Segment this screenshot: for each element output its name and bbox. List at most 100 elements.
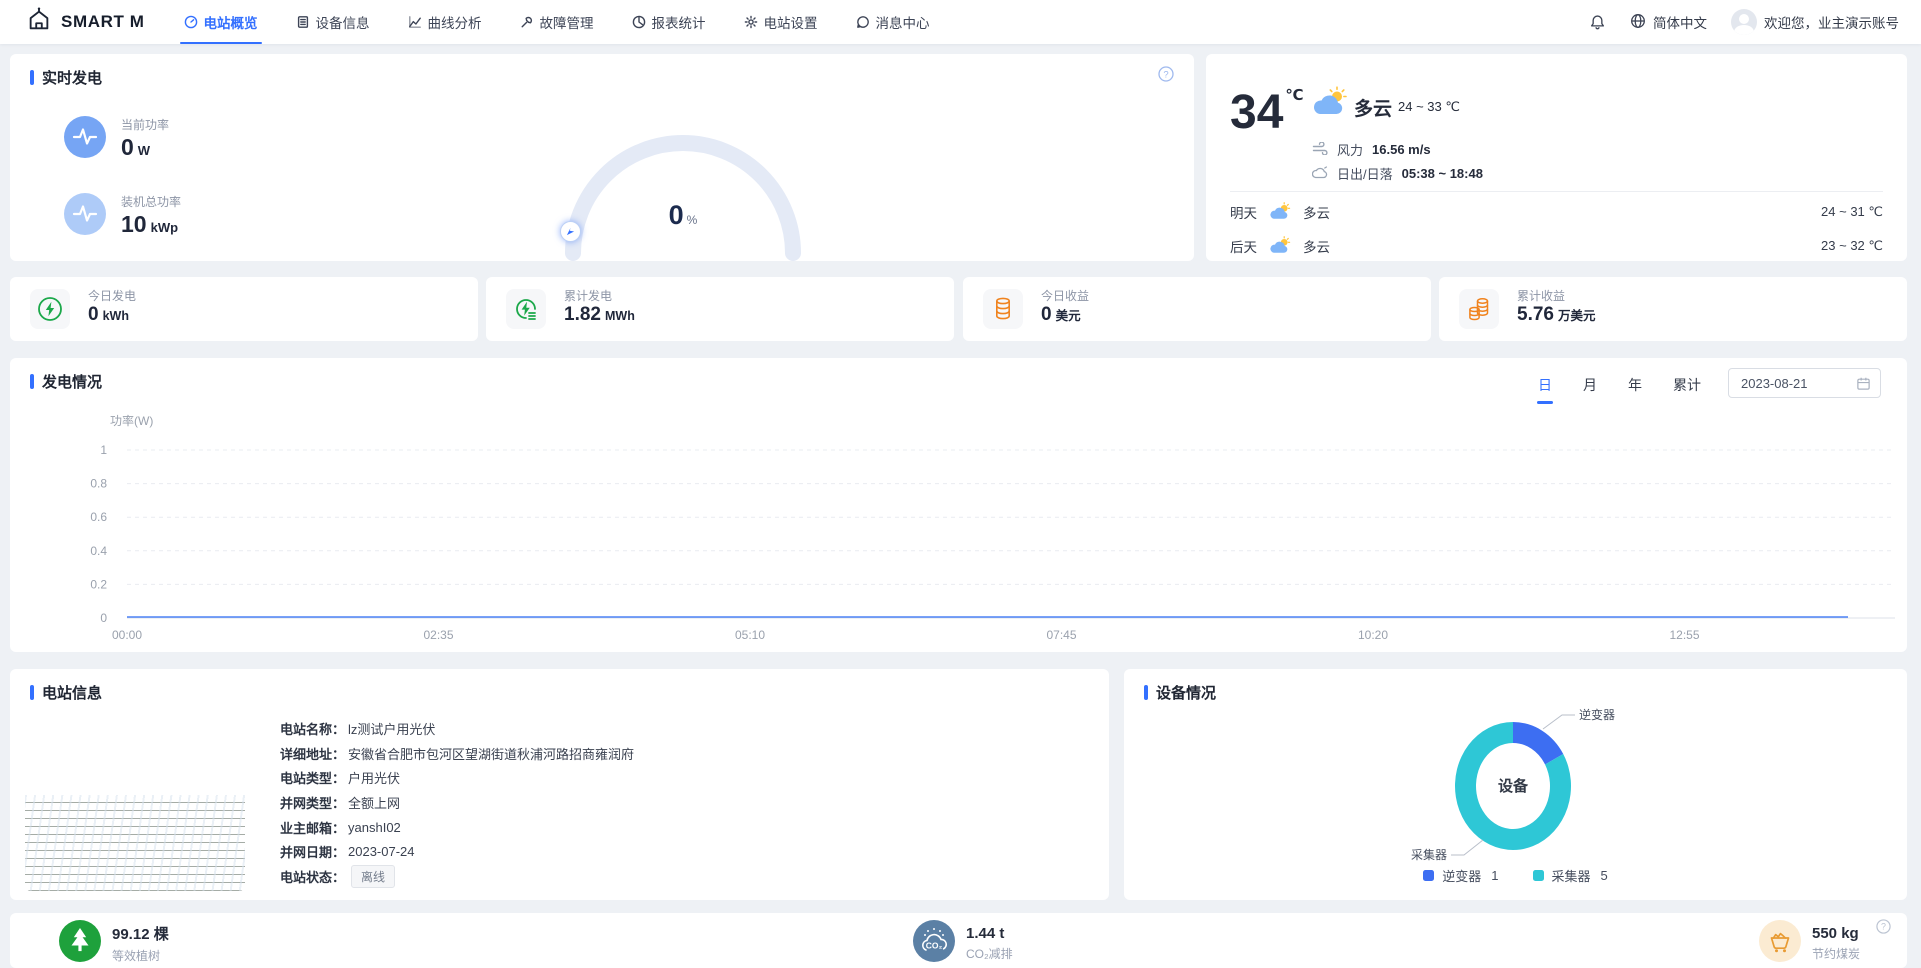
svg-text:00:00: 00:00 [112,628,142,642]
device-donut-chart: 逆变器 采集器 设备 [1313,671,1713,871]
svg-text:0.6: 0.6 [90,510,107,524]
installed-capacity-metric: 装机总功率 10kWp [64,193,181,240]
wrench-icon [520,15,534,29]
svg-text:10:20: 10:20 [1358,628,1388,642]
tab-message-center[interactable]: 消息中心 [837,0,949,44]
svg-text:?: ? [1163,69,1168,80]
co2-cloud-icon: CO₂ [913,920,955,967]
svg-text:0.8: 0.8 [90,477,107,491]
dashboard: SMART M 电站概览 设备信息 曲线分析 故障管理 报表统计 [0,0,1921,968]
help-icon[interactable]: ? [1158,66,1174,87]
svg-text:05:10: 05:10 [735,628,765,642]
help-icon[interactable]: ? [1876,919,1891,939]
cloudy-sun-icon [1269,202,1291,223]
today-revenue-card: 今日收益 0美元 [963,277,1431,341]
current-temperature: 34℃ [1230,88,1304,137]
y-axis-label: 功率(W) [110,412,153,429]
logo-icon [26,7,52,38]
svg-text:CO₂: CO₂ [926,941,943,951]
wind-row: 风力16.56 m/s [1312,140,1431,159]
language-switcher[interactable]: 简体中文 [1630,12,1707,32]
tab-month[interactable]: 月 [1583,375,1597,400]
generation-chart-card: 发电情况 日 月 年 累计 功率(W) 00.20.40.60.8100:000… [10,358,1907,652]
status-badge: 离线 [351,865,395,888]
weather-card: 34℃ 多云 24 ~ 33 ℃ 风力16.56 m/s 日出/日落05:38 … [1206,54,1907,261]
welcome-text: 欢迎您，业主演示账号 [1764,12,1899,32]
realtime-generation-card: 实时发电 ? 当前功率 0W 装机总功率 10kWp [10,54,1194,261]
capacity-pulse-icon [64,193,106,240]
tab-fault-management[interactable]: 故障管理 [501,0,613,44]
power-pulse-icon [64,116,106,163]
total-generation-card: 累计发电 1.82MWh [486,277,954,341]
accent-bar [30,70,34,85]
tab-report-statistics[interactable]: 报表统计 [613,0,725,44]
tab-day[interactable]: 日 [1538,375,1552,400]
tab-device-info[interactable]: 设备信息 [277,0,389,44]
donut-center-label: 设备 [1498,777,1529,795]
calendar-icon [1856,376,1871,391]
tree-icon [59,920,101,967]
svg-text:12:55: 12:55 [1669,628,1699,642]
tab-curve-analysis[interactable]: 曲线分析 [389,0,501,44]
tab-year[interactable]: 年 [1628,375,1642,400]
sunrise-cloud-icon [1312,166,1328,182]
coal-cart-icon [1759,920,1801,967]
date-picker-input[interactable] [1741,369,1846,397]
legend-inverter[interactable]: 逆变器1 [1423,866,1498,885]
coins-stack-icon [1459,289,1499,329]
plant-fields: 电站名称：lz测试户用光伏 详细地址：安徽省合肥市包河区望湖街道秋浦河路招商雍润… [280,716,634,889]
avatar [1731,9,1757,35]
plant-photo [25,714,245,891]
cloudy-sun-icon [1312,86,1348,121]
top-nav: SMART M 电站概览 设备信息 曲线分析 故障管理 报表统计 [0,0,1921,44]
devices-card: 设备情况 逆变器 采集器 设备 逆变器1 采集器5 [1124,669,1907,900]
wind-icon [1312,142,1328,158]
callout-inverter: 逆变器 [1579,707,1615,722]
devices-title: 设备情况 [1156,682,1216,703]
bolt-circle-icon [30,289,70,329]
cloudy-sun-icon [1269,236,1291,257]
accent-bar [30,685,34,700]
report-icon [632,15,646,29]
divider [1230,191,1883,192]
field-plant-name: 电站名称：lz测试户用光伏 [280,716,634,741]
accent-bar [30,374,34,389]
brand-name: SMART M [61,12,145,32]
field-address: 详细地址：安徽省合肥市包河区望湖街道秋浦河路招商雍润府 [280,741,634,766]
generation-title: 发电情况 [42,371,102,392]
bolt-lines-icon [506,289,546,329]
period-tabs: 日 月 年 累计 [1538,375,1701,400]
plant-info-title: 电站信息 [42,682,102,703]
legend-swatch [1423,870,1434,881]
legend-swatch [1533,870,1544,881]
globe-icon [1630,13,1646,32]
eco-footer: 99.12 棵 等效植树 CO₂ 1.44 t CO₂减排 [10,913,1907,968]
user-account[interactable]: 欢迎您，业主演示账号 [1731,9,1899,35]
date-picker[interactable] [1728,368,1881,398]
callout-collector: 采集器 [1411,847,1447,862]
language-label: 简体中文 [1653,12,1707,32]
tab-plant-settings[interactable]: 电站设置 [725,0,837,44]
svg-text:0.4: 0.4 [90,544,107,558]
legend-collector[interactable]: 采集器5 [1533,866,1608,885]
forecast-tomorrow: 明天 多云 24 ~ 31 ℃ [1230,200,1883,224]
trees-equivalent: 99.12 棵 等效植树 [59,920,169,967]
accent-bar [1144,685,1148,700]
power-line-chart: 00.20.40.60.8100:0002:3505:1007:4510:201… [50,428,1900,650]
tab-plant-overview[interactable]: 电站概览 [165,0,277,44]
brand[interactable]: SMART M [26,7,145,38]
field-plant-status: 电站状态：离线 [280,864,634,889]
sunrise-row: 日出/日落05:38 ~ 18:48 [1312,164,1483,183]
nav-right: 简体中文 欢迎您，业主演示账号 [1589,9,1899,35]
list-icon [296,15,310,29]
svg-text:02:35: 02:35 [423,628,453,642]
svg-text:07:45: 07:45 [1046,628,1076,642]
current-power-metric: 当前功率 0W [64,116,169,163]
svg-text:0: 0 [100,611,107,625]
total-revenue-card: 累计收益 5.76万美元 [1439,277,1907,341]
realtime-title: 实时发电 [42,67,102,88]
tab-total[interactable]: 累计 [1673,375,1701,400]
coins-icon [983,289,1023,329]
bell-icon[interactable] [1589,14,1606,31]
field-plant-type: 电站类型：户用光伏 [280,765,634,790]
